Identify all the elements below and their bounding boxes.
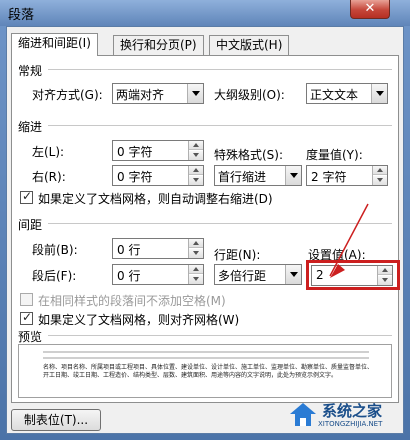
logo-roof xyxy=(290,403,316,414)
watermark-url: XITONGZHIJIA.NET xyxy=(318,420,383,428)
close-button[interactable]: ✕ xyxy=(350,0,390,19)
tab-panel: 常规 对齐方式(G): 两端对齐 大纲级别(O): 正文文本 缩进 左(L): … xyxy=(11,55,400,403)
watermark-name: 系统之家 xyxy=(322,402,383,420)
window-title: 段落 xyxy=(8,8,35,23)
logo-door xyxy=(300,418,306,426)
dialog-client: 缩进和间距(I) 换行和分页(P) 中文版式(H) 常规 对齐方式(G): 两端… xyxy=(6,26,404,434)
annotation-arrow xyxy=(329,203,369,278)
tab-indents-spacing[interactable]: 缩进和间距(I) xyxy=(11,33,98,56)
paragraph-dialog: 段落 ✕ 缩进和间距(I) 换行和分页(P) 中文版式(H) 常规 对齐方式(G… xyxy=(0,0,410,440)
tab-stops-button[interactable]: 制表位(T)... xyxy=(11,409,101,431)
title-bar[interactable]: 段落 ✕ xyxy=(0,0,410,26)
tab-asian-typography[interactable]: 中文版式(H) xyxy=(209,35,290,55)
highlight-box xyxy=(306,260,400,290)
tab-line-page-breaks[interactable]: 换行和分页(P) xyxy=(113,35,204,55)
house-logo-icon xyxy=(290,403,316,426)
